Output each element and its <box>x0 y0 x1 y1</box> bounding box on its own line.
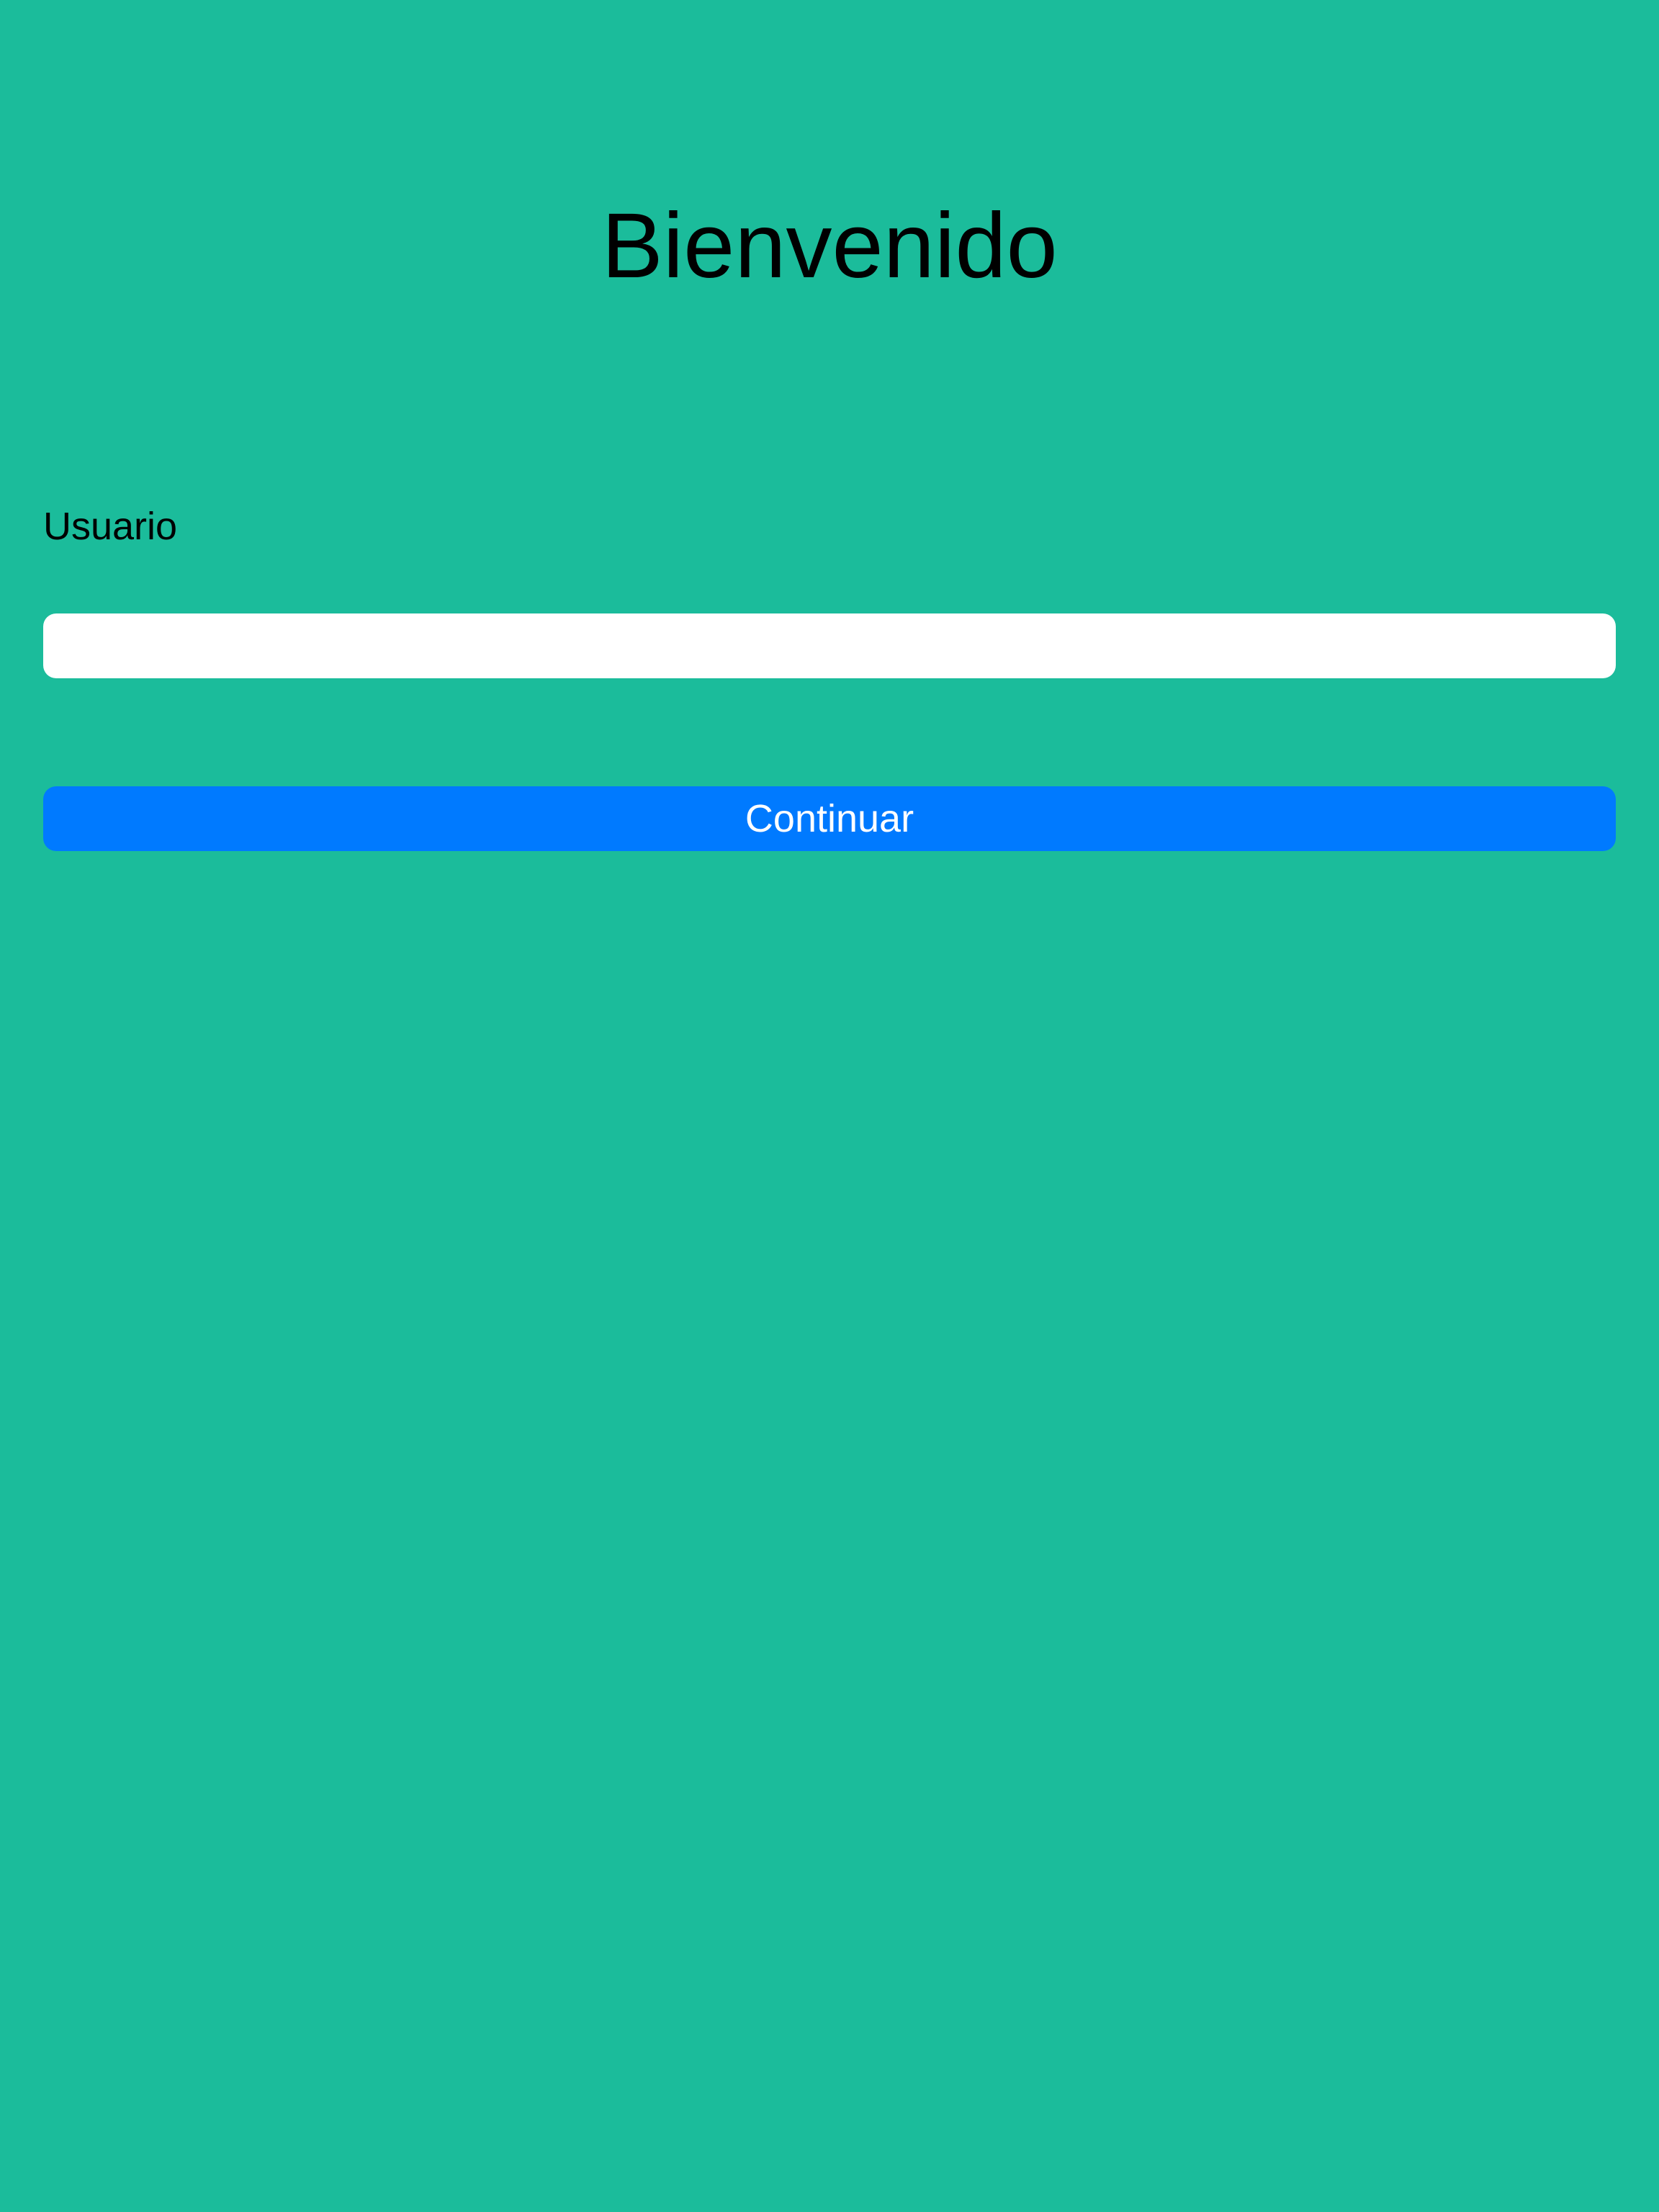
continue-button[interactable]: Continuar <box>43 786 1616 851</box>
username-label: Usuario <box>43 505 178 548</box>
welcome-screen: Bienvenido Usuario Continuar <box>0 0 1659 2212</box>
page-title: Bienvenido <box>601 194 1058 297</box>
username-input[interactable] <box>43 613 1616 678</box>
